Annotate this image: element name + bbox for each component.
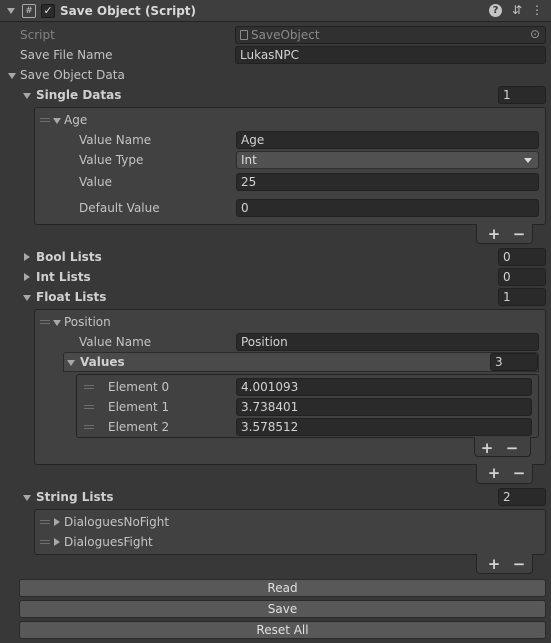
element-label: Element 0 [108,380,170,394]
script-label: Script [20,28,55,42]
object-picker-icon[interactable]: ⊙ [530,27,540,41]
element-input[interactable]: 3.578512 [236,418,532,436]
value-name-label: Value Name [79,133,152,147]
save-button[interactable]: Save [19,600,546,618]
add-element-button[interactable]: + [487,556,501,572]
values-count-input[interactable]: 3 [490,353,538,371]
drag-handle-icon[interactable] [84,405,94,409]
save-object-data-label[interactable]: Save Object Data [20,68,125,82]
value-name-label: Value Name [79,335,152,349]
remove-element-button[interactable]: − [512,465,526,481]
preset-settings-icon[interactable]: ⇵ [510,3,524,17]
default-value-label: Default Value [79,201,160,215]
drag-handle-icon[interactable] [84,425,94,429]
float-list-item-label[interactable]: Position [64,315,111,329]
float-lists-foldout-icon[interactable] [23,295,31,301]
float-lists-label[interactable]: Float Lists [36,290,106,304]
script-icon: # [22,4,36,18]
float-lists-count-input[interactable]: 1 [498,288,546,306]
string-lists-label[interactable]: String Lists [36,490,114,504]
bool-lists-foldout-icon[interactable] [24,253,30,261]
bool-lists-label[interactable]: Bool Lists [36,250,102,264]
remove-element-button[interactable]: − [505,440,519,456]
values-label[interactable]: Values [80,355,125,369]
help-icon[interactable]: ? [489,4,502,17]
int-lists-foldout-icon[interactable] [24,273,30,281]
single-datas-label[interactable]: Single Datas [36,88,121,102]
string-list-item-label[interactable]: DialoguesFight [64,535,153,549]
save-object-data-foldout-icon[interactable] [8,73,16,79]
component-foldout-arrow-icon[interactable] [7,8,15,14]
value-type-label: Value Type [79,153,144,167]
single-datas-count-input[interactable]: 1 [498,86,546,104]
bool-lists-count-input[interactable]: 0 [498,248,546,266]
string-list-item-label[interactable]: DialoguesNoFight [64,515,169,529]
default-value-input[interactable]: 0 [236,199,539,217]
context-menu-icon[interactable]: ⋮ [530,3,544,17]
dialogues-fight-foldout-icon[interactable] [54,538,60,546]
drag-handle-icon[interactable] [40,540,50,544]
single-data-item-label[interactable]: Age [64,113,87,127]
component-enabled-checkbox[interactable]: ✓ [41,4,55,18]
drag-handle-icon[interactable] [84,385,94,389]
add-element-button[interactable]: + [487,465,501,481]
int-lists-count-input[interactable]: 0 [498,268,546,286]
value-input[interactable]: 25 [236,173,539,191]
script-value: SaveObject [251,28,320,42]
remove-element-button[interactable]: − [512,226,526,242]
int-lists-label[interactable]: Int Lists [36,270,91,284]
string-lists-count-input[interactable]: 2 [498,488,546,506]
value-name-input[interactable]: Position [236,333,539,351]
values-foldout-icon[interactable] [67,360,75,366]
string-lists-foldout-icon[interactable] [23,495,31,501]
element-input[interactable]: 3.738401 [236,398,532,416]
drag-handle-icon[interactable] [40,520,50,524]
script-field: SaveObject [235,26,546,44]
read-button[interactable]: Read [19,579,546,597]
drag-handle-icon[interactable] [40,320,50,324]
chevron-down-icon [524,158,532,163]
age-foldout-icon[interactable] [53,118,61,124]
dialogues-nofight-foldout-icon[interactable] [54,518,60,526]
value-type-selected: Int [241,153,257,167]
remove-element-button[interactable]: − [512,556,526,572]
single-datas-foldout-icon[interactable] [23,93,31,99]
value-type-dropdown[interactable]: Int [236,151,539,169]
position-foldout-icon[interactable] [53,320,61,326]
values-header [63,352,539,372]
element-label: Element 1 [108,400,170,414]
add-element-button[interactable]: + [480,440,494,456]
save-file-name-input[interactable]: LukasNPC [235,46,546,64]
reset-all-button[interactable]: Reset All [19,621,546,639]
script-file-icon [240,30,248,40]
value-name-input[interactable]: Age [236,131,539,149]
element-label: Element 2 [108,420,170,434]
component-title: Save Object (Script) [60,4,197,18]
value-label: Value [79,175,112,189]
drag-handle-icon[interactable] [40,118,50,122]
element-input[interactable]: 4.001093 [236,378,532,396]
save-file-name-label: Save File Name [20,48,113,62]
add-element-button[interactable]: + [487,226,501,242]
